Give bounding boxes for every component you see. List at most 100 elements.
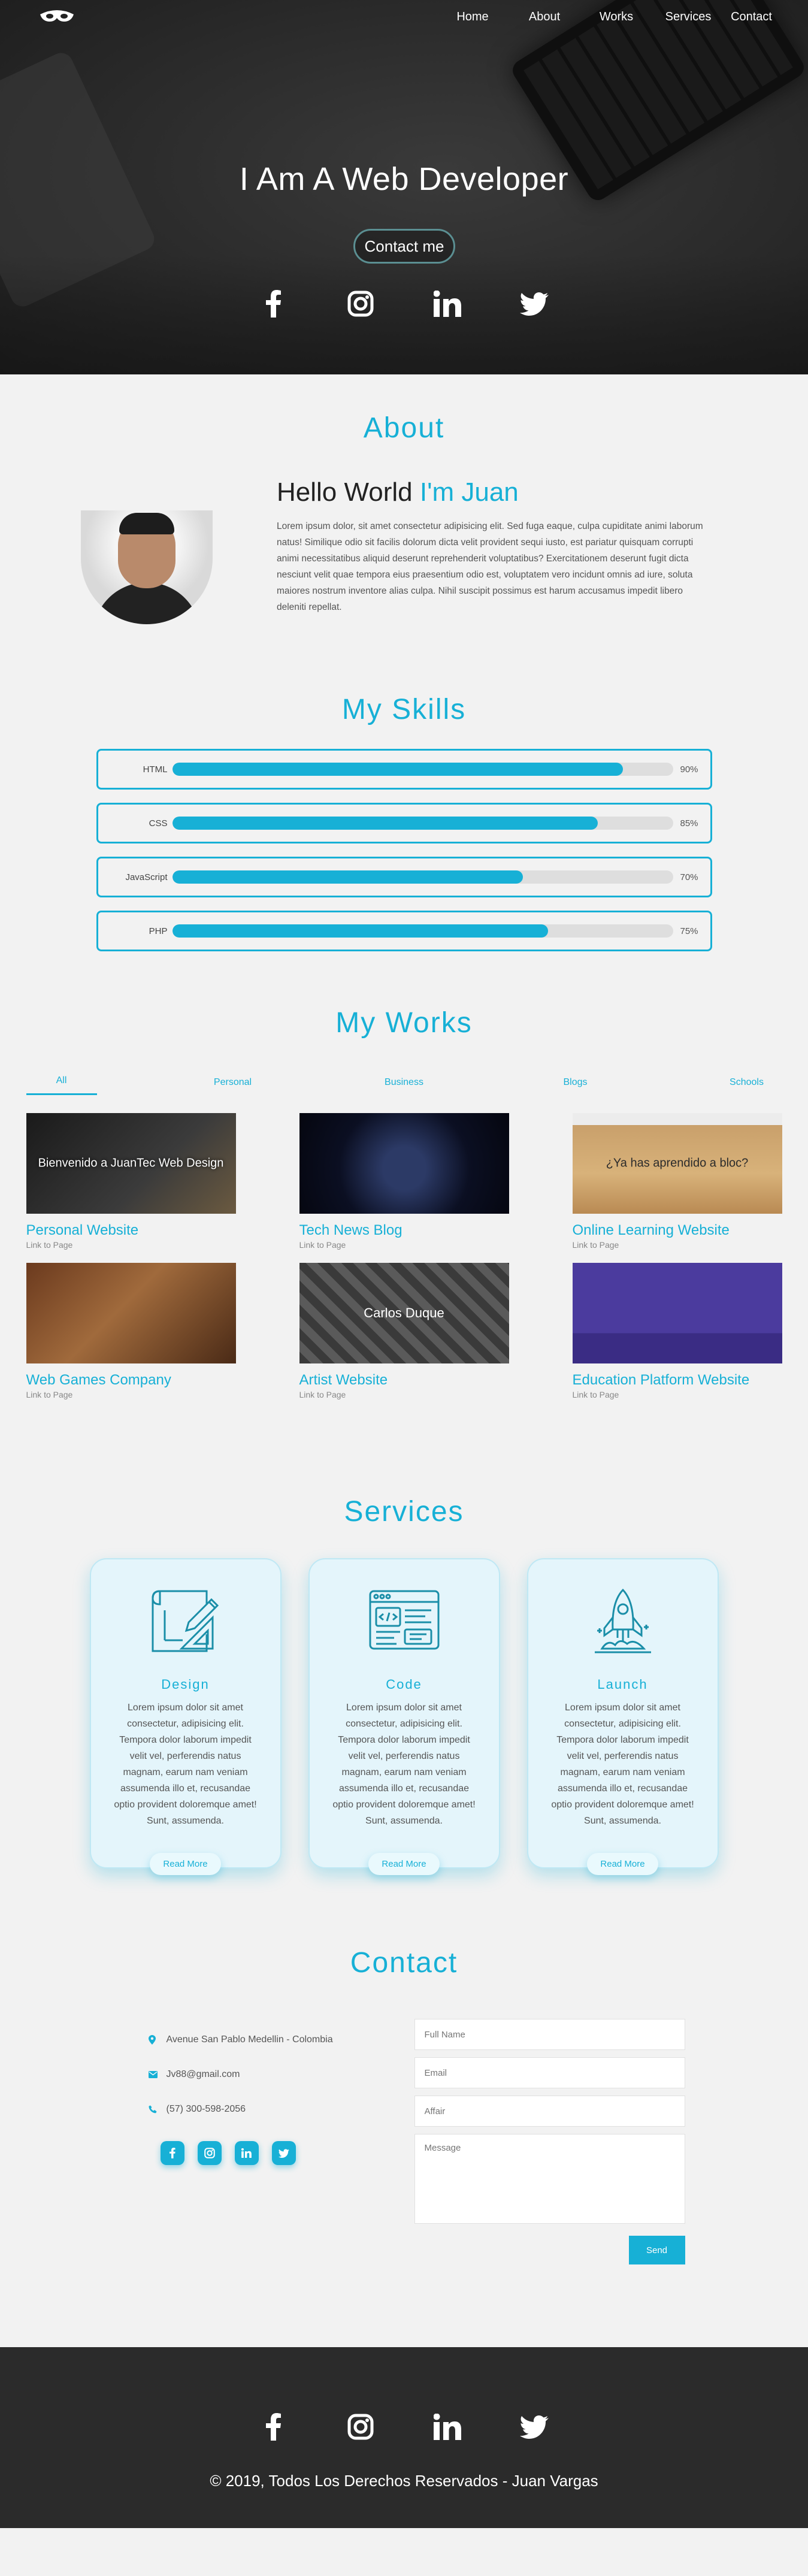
work-link[interactable]: Link to Page — [299, 1390, 509, 1399]
tab-all[interactable]: All — [26, 1075, 97, 1095]
message-input[interactable] — [414, 2134, 685, 2224]
skills-title: My Skills — [341, 694, 467, 725]
contact-title: Contact — [350, 1947, 458, 1979]
service-text: Lorem ipsum dolor sit amet consectetur, … — [332, 1703, 476, 1826]
greeting-text: Hello World — [277, 477, 413, 507]
email-text[interactable]: Jv88@gmail.com — [167, 2069, 240, 2080]
skill-bar-fill — [172, 817, 598, 830]
skill-bar — [172, 817, 673, 830]
skill-label: JavaScript — [125, 872, 168, 882]
contact-me-button[interactable]: Contact me — [353, 229, 455, 264]
code-window-icon — [331, 1583, 477, 1661]
skill-label: PHP — [149, 926, 168, 936]
linkedin-icon[interactable] — [432, 289, 462, 319]
work-title[interactable]: Online Learning Website — [573, 1222, 782, 1239]
work-thumbnail[interactable] — [299, 1113, 509, 1214]
about-greeting: Hello World I'm Juan — [277, 477, 519, 507]
twitter-icon[interactable] — [271, 2141, 296, 2165]
instagram-icon[interactable] — [197, 2141, 222, 2165]
twitter-icon[interactable] — [519, 2412, 549, 2442]
skill-html: HTML 90% — [96, 749, 712, 790]
phone-text[interactable]: (57) 300-598-2056 — [167, 2104, 246, 2115]
work-thumbnail[interactable]: ¿Ya has aprendido a bloc? — [572, 1113, 782, 1214]
contact-social-links — [160, 2141, 400, 2165]
email-input[interactable] — [414, 2057, 685, 2088]
hero-title: I Am A Web Developer — [239, 161, 569, 197]
work-title[interactable]: Education Platform Website — [573, 1372, 782, 1389]
works-filter-tabs: All Personal Business Blogs Schools — [26, 1075, 782, 1095]
instagram-icon[interactable] — [346, 2412, 376, 2442]
nav-works[interactable]: Works — [580, 10, 652, 24]
work-card[interactable]: Carlos Duque Artist Website Link to Page — [299, 1263, 509, 1399]
skills-section: My Skills HTML 90% CSS 85% JavaScript 70… — [0, 693, 808, 951]
works-section: My Works All Personal Business Blogs Sch… — [0, 1006, 808, 1399]
tab-business[interactable]: Business — [369, 1077, 440, 1095]
linkedin-icon[interactable] — [234, 2141, 259, 2165]
work-title[interactable]: Tech News Blog — [299, 1222, 509, 1239]
tab-personal[interactable]: Personal — [198, 1077, 268, 1095]
contact-phone: (57) 300-598-2056 — [148, 2092, 400, 2127]
contact-address: Avenue San Pablo Medellin - Colombia — [148, 2022, 400, 2057]
nav-services[interactable]: Services — [652, 10, 724, 24]
full-name-input[interactable] — [414, 2019, 685, 2050]
service-title: Design — [161, 1677, 210, 1692]
work-link[interactable]: Link to Page — [26, 1390, 236, 1399]
nav-home[interactable]: Home — [437, 10, 509, 24]
service-text: Lorem ipsum dolor sit amet consectetur, … — [551, 1703, 694, 1826]
mask-logo-icon — [40, 10, 74, 22]
work-card[interactable]: Web Games Company Link to Page — [26, 1263, 236, 1399]
twitter-icon[interactable] — [519, 289, 549, 319]
work-card[interactable]: Bienvenido a JuanTec Web Design Personal… — [26, 1113, 236, 1250]
facebook-icon[interactable] — [160, 2141, 184, 2165]
work-title[interactable]: Personal Website — [26, 1222, 236, 1239]
read-more-button[interactable]: Read More — [368, 1853, 440, 1875]
work-thumbnail[interactable] — [572, 1263, 782, 1363]
instagram-icon[interactable] — [346, 289, 376, 319]
affair-input[interactable] — [414, 2096, 685, 2127]
services-section: Services Design Lorem ipsum dolor sit am… — [0, 1495, 808, 1875]
skill-percent: 75% — [680, 926, 698, 936]
work-card[interactable]: Education Platform Website Link to Page — [572, 1263, 782, 1399]
work-title[interactable]: Web Games Company — [26, 1372, 236, 1389]
tab-blogs[interactable]: Blogs — [540, 1077, 611, 1095]
thumbnail-text: Bienvenido a JuanTec Web Design — [38, 1156, 224, 1170]
work-link[interactable]: Link to Page — [573, 1390, 782, 1399]
skill-label: CSS — [149, 818, 168, 829]
work-thumbnail[interactable] — [26, 1263, 236, 1363]
hero-social-links — [0, 289, 808, 319]
skill-bar — [172, 763, 673, 776]
nav-contact[interactable]: Contact — [724, 10, 772, 24]
footer: © 2019, Todos Los Derechos Reservados - … — [0, 2347, 808, 2528]
work-link[interactable]: Link to Page — [299, 1240, 509, 1250]
blueprint-icon — [113, 1583, 259, 1661]
profile-photo — [81, 510, 213, 624]
tab-schools[interactable]: Schools — [712, 1077, 782, 1095]
facebook-icon[interactable] — [259, 2412, 289, 2442]
service-title: Launch — [597, 1677, 648, 1692]
service-title: Code — [386, 1677, 422, 1692]
map-marker-icon — [148, 2035, 167, 2045]
work-link[interactable]: Link to Page — [26, 1240, 236, 1250]
skill-label: HTML — [143, 764, 168, 775]
copyright-text: © 2019, Todos Los Derechos Reservados - … — [210, 2472, 598, 2490]
logo[interactable] — [36, 6, 78, 28]
nav-about[interactable]: About — [509, 10, 580, 24]
work-thumbnail[interactable]: Carlos Duque — [299, 1263, 509, 1363]
work-title[interactable]: Artist Website — [299, 1372, 509, 1389]
linkedin-icon[interactable] — [432, 2412, 462, 2442]
work-card[interactable]: ¿Ya has aprendido a bloc? Online Learnin… — [572, 1113, 782, 1250]
work-card[interactable]: Tech News Blog Link to Page — [299, 1113, 509, 1250]
contact-email: Jv88@gmail.com — [148, 2057, 400, 2092]
read-more-button[interactable]: Read More — [587, 1853, 658, 1875]
facebook-icon[interactable] — [259, 289, 289, 319]
work-thumbnail[interactable]: Bienvenido a JuanTec Web Design — [26, 1113, 236, 1214]
send-button[interactable]: Send — [628, 2236, 685, 2264]
work-link[interactable]: Link to Page — [573, 1240, 782, 1250]
thumbnail-text: Carlos Duque — [364, 1305, 444, 1320]
works-title: My Works — [335, 1007, 473, 1039]
skill-bar-fill — [172, 924, 548, 938]
read-more-button[interactable]: Read More — [150, 1853, 221, 1875]
phone-icon — [148, 2105, 167, 2114]
skill-bar-fill — [172, 870, 523, 884]
about-title: About — [363, 412, 445, 444]
